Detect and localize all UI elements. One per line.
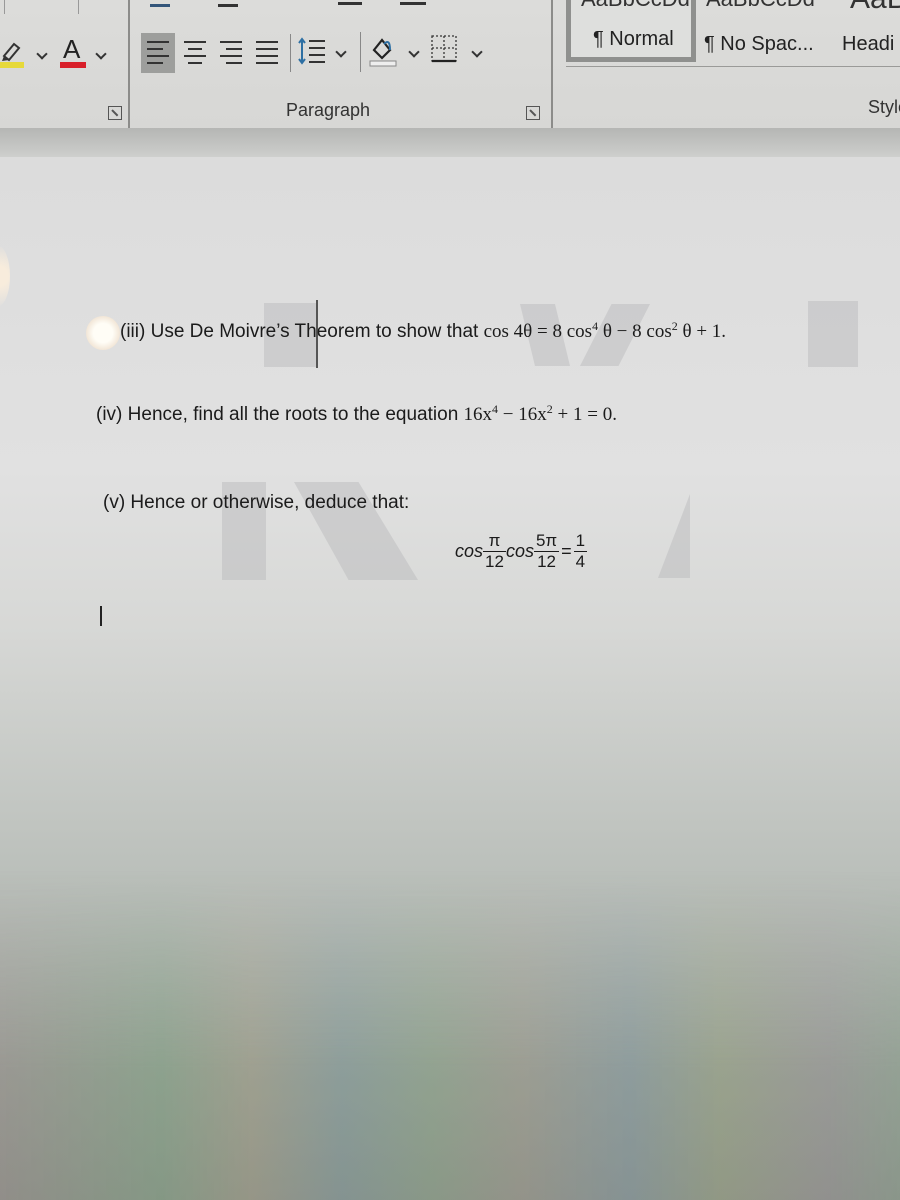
divider <box>360 32 361 72</box>
chevron-down-icon[interactable] <box>36 48 48 60</box>
math-part: θ − 8 cos <box>598 321 672 342</box>
math-expression: cos 4θ = 8 cos4 θ − 8 cos2 θ + 1. <box>483 320 727 342</box>
math-part: 8 cos <box>552 321 593 342</box>
math-fraction: 14 <box>573 531 588 571</box>
font-dialog-launcher[interactable] <box>108 106 122 120</box>
style-no-spacing[interactable]: AaBbCcDd ¶ No Spac... <box>700 0 840 62</box>
screen-glare-rainbow <box>0 870 900 1200</box>
chevron-down-icon[interactable] <box>471 46 483 58</box>
line-spacing-button[interactable] <box>296 36 330 66</box>
fraction-numerator: π <box>483 532 506 552</box>
justify-button[interactable] <box>250 33 284 73</box>
math-part: 16x <box>463 404 493 425</box>
styles-group-label: Style <box>868 97 900 117</box>
fraction-numerator: 1 <box>573 531 588 552</box>
ribbon-top-row-fragment <box>150 4 170 7</box>
style-preview: AaBbCcDd <box>581 0 690 12</box>
ribbon: A Paragraph ¶ Normal ¶ No Spac... Headi … <box>0 0 900 129</box>
math-part: θ + 1. <box>677 321 727 342</box>
math-fraction: π 12 <box>483 532 506 571</box>
style-label: ¶ Normal <box>593 28 674 50</box>
font-color-bar <box>60 62 86 68</box>
font-color-letter: A <box>63 34 81 64</box>
shading-button[interactable] <box>368 34 398 68</box>
styles-gallery-border <box>566 66 900 67</box>
align-left-button[interactable] <box>141 33 175 73</box>
question-iv: (iv) Hence, find all the roots to the eq… <box>96 403 617 426</box>
align-center-button[interactable] <box>178 33 212 73</box>
group-separator <box>78 0 79 14</box>
borders-button[interactable] <box>430 34 458 64</box>
paragraph-dialog-launcher[interactable] <box>526 106 540 120</box>
borders-icon <box>431 35 457 63</box>
math-part: + 1 = 0. <box>552 404 617 425</box>
group-separator <box>4 0 5 14</box>
question-text: (v) Hence or otherwise, deduce that: <box>103 492 410 513</box>
math-fraction: 5π 12 <box>533 531 560 571</box>
style-label: ¶ No Spac... <box>704 33 814 55</box>
ribbon-top-row-fragment <box>400 2 426 5</box>
fraction-denominator: 12 <box>537 551 556 571</box>
ribbon-top-row-fragment <box>338 2 362 5</box>
decor-shape <box>808 301 858 367</box>
paint-bucket-icon <box>369 38 397 67</box>
style-preview: AaB <box>850 0 900 16</box>
math-expression: 16x4 − 16x2 + 1 = 0. <box>463 403 617 425</box>
chevron-down-icon[interactable] <box>335 46 347 58</box>
fraction-denominator: 12 <box>485 551 504 571</box>
ribbon-top-row-fragment <box>218 4 238 7</box>
divider <box>290 34 291 72</box>
fraction-numerator: 5π <box>533 531 560 552</box>
chevron-down-icon[interactable] <box>95 48 107 60</box>
math-part: − 16x <box>498 404 547 425</box>
style-label: Headi <box>842 33 895 55</box>
question-text: (iv) Hence, find all the roots to the eq… <box>96 404 464 425</box>
math-cos: cos <box>505 540 534 561</box>
font-color-button[interactable]: A <box>58 34 88 70</box>
group-separator <box>551 0 553 128</box>
question-v: (v) Hence or otherwise, deduce that: <box>103 492 409 514</box>
math-lhs: cos 4θ <box>483 321 533 342</box>
light-glare <box>86 316 120 350</box>
question-iii: (iii) Use De Moivre’s Theorem to show th… <box>120 320 727 343</box>
line-spacing-icon <box>298 37 325 65</box>
style-heading[interactable]: AaB Headi <box>842 0 900 62</box>
insertion-cursor <box>100 606 102 626</box>
align-right-button[interactable] <box>214 33 248 73</box>
style-preview: AaBbCcDd <box>706 0 815 12</box>
question-text: (iii) Use De Moivre’s Theorem to show th… <box>120 321 484 342</box>
math-equals: = <box>561 540 572 561</box>
math-cos: cos <box>455 540 484 561</box>
highlight-color-bar <box>0 62 24 68</box>
document-page[interactable] <box>0 157 900 1200</box>
math-equals: = <box>537 321 548 342</box>
style-normal[interactable]: AaBbCcDd ¶ Normal <box>566 0 696 62</box>
fraction-denominator: 4 <box>575 551 586 571</box>
ribbon-shadow <box>0 128 900 158</box>
math-display-equation: cos π 12 cos 5π 12 = 1 4 <box>455 531 588 571</box>
paragraph-group-label: Paragraph <box>286 100 371 120</box>
chevron-down-icon[interactable] <box>408 46 420 58</box>
group-separator <box>128 0 130 128</box>
